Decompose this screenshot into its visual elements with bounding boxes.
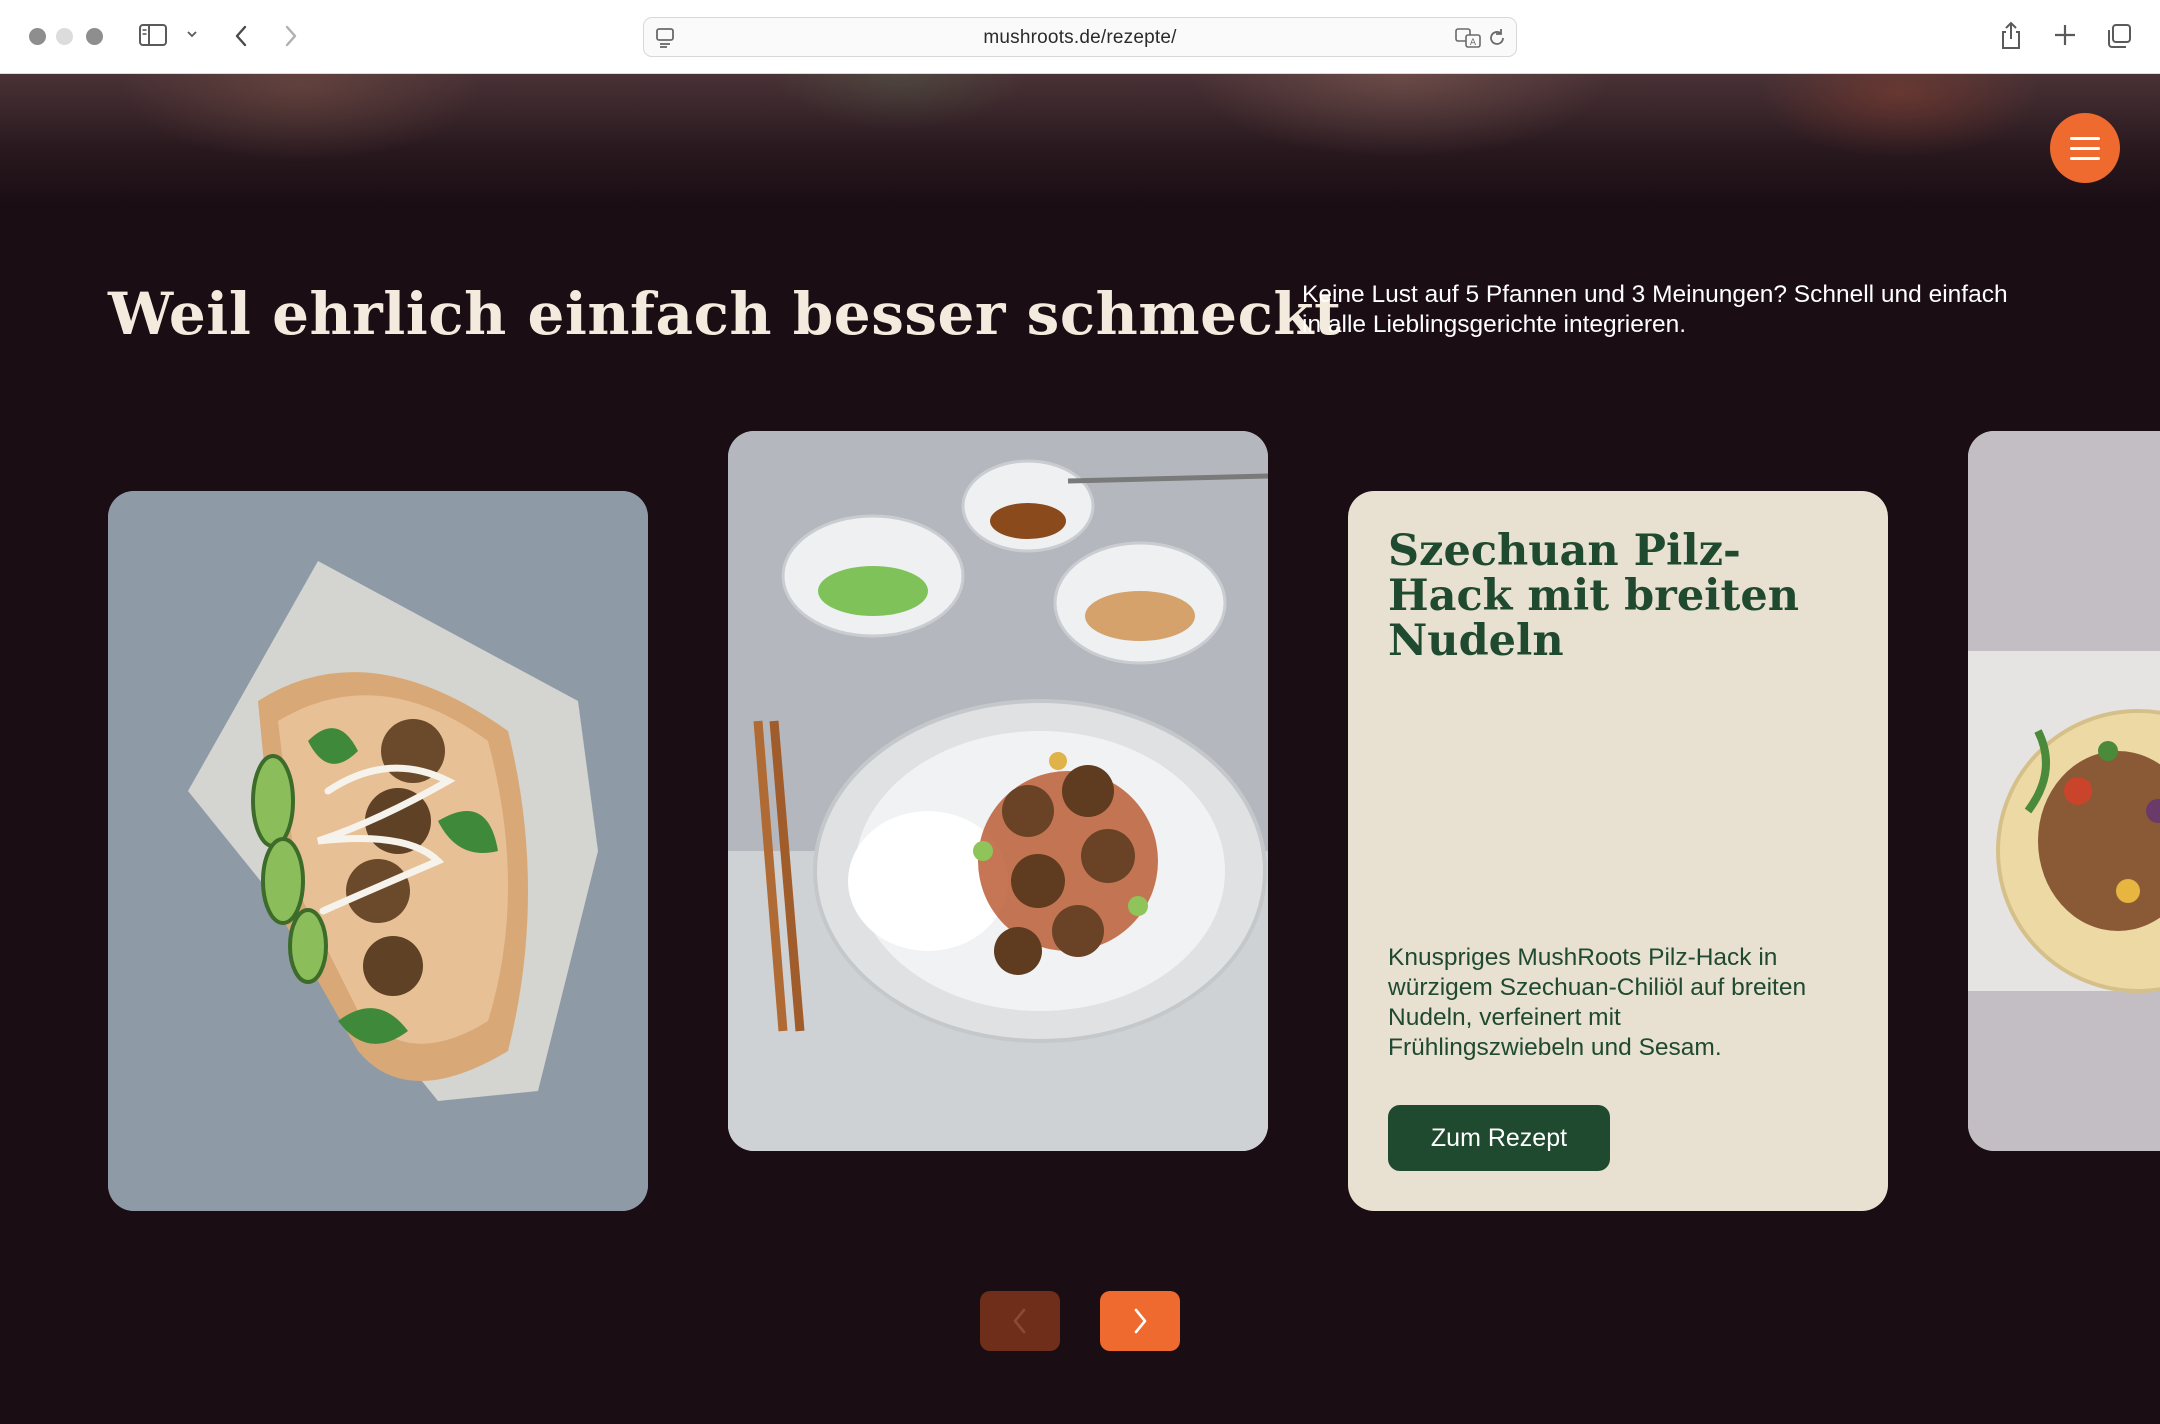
- browser-toolbar: mushroots.de/rezepte/ A: [0, 0, 2160, 74]
- minimize-window-button[interactable]: [56, 28, 73, 45]
- share-icon[interactable]: [1998, 20, 2024, 52]
- recipe-card-tacos[interactable]: [1968, 431, 2160, 1151]
- chevron-left-icon: [1013, 1308, 1026, 1334]
- back-icon[interactable]: [230, 22, 252, 50]
- view-recipe-button[interactable]: Zum Rezept: [1388, 1105, 1610, 1171]
- recipe-card-banh-mi[interactable]: [108, 491, 648, 1211]
- page-headline: Weil ehrlich einfach besser schmeckt: [108, 280, 1342, 348]
- meatballs-photo: [728, 431, 1268, 1151]
- hamburger-icon-line: [2070, 146, 2100, 150]
- recipe-card-featured: Szechuan Pilz-Hack mit breiten Nudeln Kn…: [1348, 491, 1888, 1211]
- intro-text: Keine Lust auf 5 Pfannen und 3 Meinungen…: [1302, 281, 2008, 338]
- hero-image-strip: [0, 74, 2160, 204]
- banh-mi-photo: [108, 491, 648, 1211]
- hamburger-icon-line: [2070, 156, 2100, 160]
- tacos-photo: [1968, 431, 2160, 1151]
- forward-icon[interactable]: [280, 22, 302, 50]
- recipe-title: Szechuan Pilz-Hack mit breiten Nudeln: [1388, 526, 1799, 666]
- reload-icon[interactable]: [1486, 26, 1508, 55]
- url-text[interactable]: mushroots.de/rezepte/: [644, 27, 1516, 49]
- chevron-right-icon: [1134, 1308, 1147, 1334]
- chevron-down-icon[interactable]: [185, 27, 199, 41]
- carousel-prev-button[interactable]: [980, 1291, 1060, 1351]
- close-window-button[interactable]: [29, 28, 46, 45]
- menu-button[interactable]: [2050, 113, 2120, 183]
- sidebar-toggle-icon[interactable]: [138, 22, 168, 48]
- new-tab-icon[interactable]: [2052, 22, 2078, 48]
- tab-overview-icon[interactable]: [2105, 22, 2133, 50]
- recipe-card-meatballs[interactable]: [728, 431, 1268, 1151]
- address-bar[interactable]: mushroots.de/rezepte/ A: [643, 17, 1517, 57]
- hamburger-icon-line: [2070, 136, 2100, 140]
- zoom-window-button[interactable]: [86, 28, 103, 45]
- translate-icon[interactable]: A: [1454, 26, 1482, 55]
- recipe-description: Knuspriges MushRoots Pilz-Hack in würzig…: [1388, 944, 1807, 1061]
- svg-text:A: A: [1470, 38, 1477, 48]
- carousel-next-button[interactable]: [1100, 1291, 1180, 1351]
